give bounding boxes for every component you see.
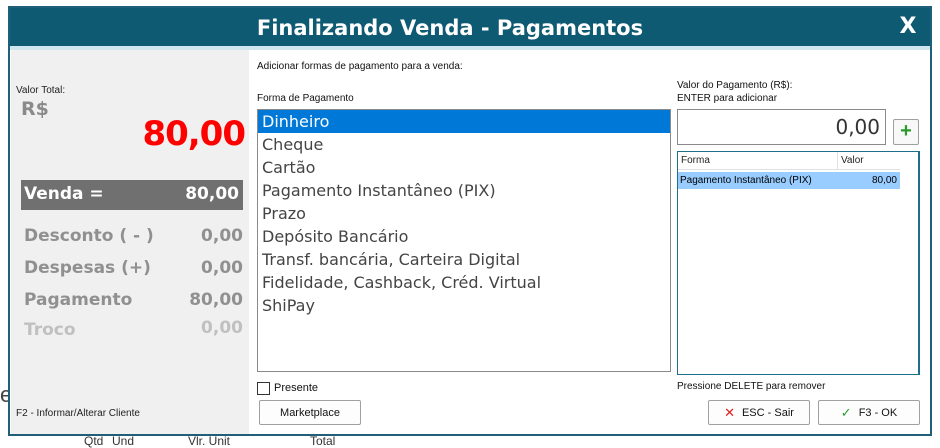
marketplace-label: Marketplace: [280, 406, 340, 419]
troco-label: Troco: [24, 320, 76, 340]
presente-checkbox[interactable]: [257, 381, 270, 395]
value-enter-hint: ENTER para adicionar: [677, 93, 778, 104]
venda-value: 80,00: [185, 184, 239, 204]
payment-method-label: Forma de Pagamento: [257, 93, 354, 104]
background-col-vlr-unit: Vlr. Unit: [188, 434, 231, 448]
ok-label: F3 - OK: [858, 406, 898, 419]
check-icon: ✓: [840, 404, 852, 420]
presente-option[interactable]: Presente: [257, 380, 318, 396]
venda-row: Venda = 80,00: [21, 180, 243, 210]
payment-method-list[interactable]: Dinheiro Cheque Cartão Pagamento Instant…: [257, 109, 671, 372]
grid-header-forma: Forma: [678, 152, 838, 169]
desconto-value: 0,00: [201, 226, 243, 246]
despesas-label: Despesas (+): [24, 258, 151, 278]
marketplace-button[interactable]: Marketplace: [259, 400, 361, 425]
method-item-deposito[interactable]: Depósito Bancário: [258, 225, 670, 248]
valor-total-label: Valor Total:: [16, 85, 66, 96]
total-amount: 80,00: [142, 114, 246, 154]
dialog-title: Finalizando Venda - Pagamentos: [256, 16, 644, 40]
method-item-prazo[interactable]: Prazo: [258, 202, 670, 225]
background-col-und: Und: [112, 434, 135, 448]
close-icon: ✕: [724, 404, 735, 420]
method-item-cheque[interactable]: Cheque: [258, 133, 670, 156]
method-item-fidelidade[interactable]: Fidelidade, Cashback, Créd. Virtual: [258, 271, 670, 294]
background-col-total: Total: [310, 434, 336, 448]
payments-grid[interactable]: Forma Valor Pagamento Instantâneo (PIX) …: [677, 151, 920, 375]
close-button[interactable]: X: [890, 10, 926, 44]
payment-dialog: Finalizando Venda - Pagamentos X Valor T…: [8, 6, 932, 436]
method-item-pix[interactable]: Pagamento Instantâneo (PIX): [258, 179, 670, 202]
method-item-shipay[interactable]: ShiPay: [258, 294, 670, 317]
ok-button[interactable]: ✓ F3 - OK: [818, 400, 920, 425]
background-col-qtd: Qtd: [84, 434, 104, 448]
f2-client-hint: F2 - Informar/Alterar Cliente: [16, 408, 140, 419]
cancel-label: ESC - Sair: [741, 406, 794, 419]
despesas-value: 0,00: [201, 258, 243, 278]
method-item-dinheiro[interactable]: Dinheiro: [258, 110, 670, 133]
payment-value-input[interactable]: 0,00: [677, 109, 886, 145]
desconto-label: Desconto ( - ): [24, 226, 154, 246]
method-item-transferencia[interactable]: Transf. bancária, Carteira Digital: [258, 248, 670, 271]
add-payment-button[interactable]: +: [893, 119, 919, 145]
grid-header: Forma Valor: [678, 152, 900, 170]
cancel-button[interactable]: ✕ ESC - Sair: [708, 400, 810, 425]
grid-cell-valor: 80,00: [871, 175, 897, 186]
troco-value: 0,00: [201, 318, 243, 338]
delete-hint: Pressione DELETE para remover: [677, 381, 826, 392]
pagamento-label: Pagamento: [24, 290, 133, 310]
value-label: Valor do Pagamento (R$):: [677, 80, 793, 91]
dialog-titlebar: Finalizando Venda - Pagamentos X: [10, 8, 930, 46]
grid-header-valor: Valor: [841, 155, 864, 166]
payment-instruction: Adicionar formas de pagamento para a ven…: [257, 61, 463, 72]
grid-cell-forma: Pagamento Instantâneo (PIX): [680, 175, 812, 186]
table-row[interactable]: Pagamento Instantâneo (PIX) 80,00: [678, 172, 900, 189]
venda-label: Venda =: [24, 184, 104, 204]
presente-label: Presente: [274, 382, 319, 394]
pagamento-value: 80,00: [189, 290, 243, 310]
summary-panel: Valor Total: R$ 80,00 Venda = 80,00 Desc…: [11, 50, 249, 434]
currency-symbol: R$: [21, 98, 49, 120]
method-item-cartao[interactable]: Cartão: [258, 156, 670, 179]
